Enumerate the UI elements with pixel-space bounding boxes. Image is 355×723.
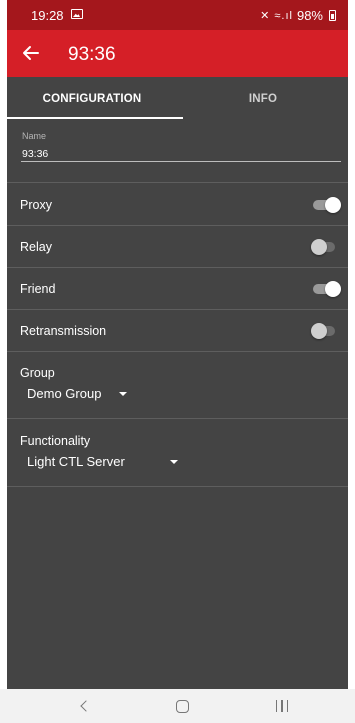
name-field[interactable]: Name 93:36 bbox=[7, 120, 348, 183]
status-right: ✕ ≈.ıl 98% bbox=[260, 8, 336, 23]
functionality-section: Functionality Light CTL Server bbox=[7, 420, 348, 487]
chevron-down-icon[interactable] bbox=[170, 460, 178, 464]
name-input[interactable]: 93:36 bbox=[22, 148, 48, 160]
friend-row: Friend bbox=[7, 268, 348, 310]
group-label: Group bbox=[20, 366, 55, 380]
home-glyph bbox=[175, 699, 189, 713]
friend-label: Friend bbox=[20, 282, 56, 296]
retransmission-switch[interactable] bbox=[311, 323, 335, 339]
tab-info[interactable]: INFO bbox=[178, 77, 348, 120]
signal-icons: ✕ ≈.ıl bbox=[260, 10, 293, 22]
functionality-select[interactable]: Light CTL Server bbox=[27, 454, 125, 469]
status-bar: 19:28 ✕ ≈.ıl 98% bbox=[7, 0, 348, 30]
page-title: 93:36 bbox=[68, 44, 116, 65]
group-section: Group Demo Group bbox=[7, 352, 348, 419]
system-nav-bar bbox=[0, 689, 355, 723]
proxy-label: Proxy bbox=[20, 198, 52, 212]
functionality-label: Functionality bbox=[20, 434, 91, 448]
name-underline bbox=[21, 161, 341, 162]
arrow-left-icon[interactable] bbox=[19, 41, 43, 65]
status-time: 19:28 bbox=[31, 8, 64, 23]
arrow-left-glyph bbox=[23, 46, 39, 60]
battery-icon bbox=[329, 10, 336, 21]
group-select[interactable]: Demo Group bbox=[27, 386, 101, 401]
home-icon[interactable] bbox=[152, 689, 212, 723]
proxy-row: Proxy bbox=[7, 184, 348, 226]
switch-thumb bbox=[311, 323, 327, 339]
tab-configuration[interactable]: CONFIGURATION bbox=[7, 77, 177, 120]
screen: 19:28 ✕ ≈.ıl 98% 93:36 CONFIGURATION INF… bbox=[7, 0, 348, 723]
switch-thumb bbox=[325, 281, 341, 297]
image-notification-icon bbox=[71, 9, 83, 19]
proxy-switch[interactable] bbox=[313, 197, 341, 213]
battery-percent: 98% bbox=[296, 8, 323, 23]
app-bar: 93:36 bbox=[7, 30, 348, 77]
recent-apps-glyph bbox=[275, 700, 289, 712]
retransmission-label: Retransmission bbox=[20, 324, 107, 338]
chevron-left-icon[interactable] bbox=[56, 689, 116, 723]
tab-indicator bbox=[7, 117, 183, 119]
relay-switch[interactable] bbox=[311, 239, 335, 255]
name-label: Name bbox=[22, 131, 47, 141]
relay-label: Relay bbox=[20, 240, 52, 254]
switch-thumb bbox=[311, 239, 327, 255]
retransmission-row: Retransmission bbox=[7, 310, 348, 352]
chevron-left-glyph bbox=[80, 700, 92, 712]
chevron-down-icon[interactable] bbox=[119, 392, 127, 396]
recent-apps-icon[interactable] bbox=[252, 689, 312, 723]
tab-bar: CONFIGURATION INFO bbox=[7, 77, 348, 120]
relay-row: Relay bbox=[7, 226, 348, 268]
friend-switch[interactable] bbox=[313, 281, 341, 297]
switch-thumb bbox=[325, 197, 341, 213]
